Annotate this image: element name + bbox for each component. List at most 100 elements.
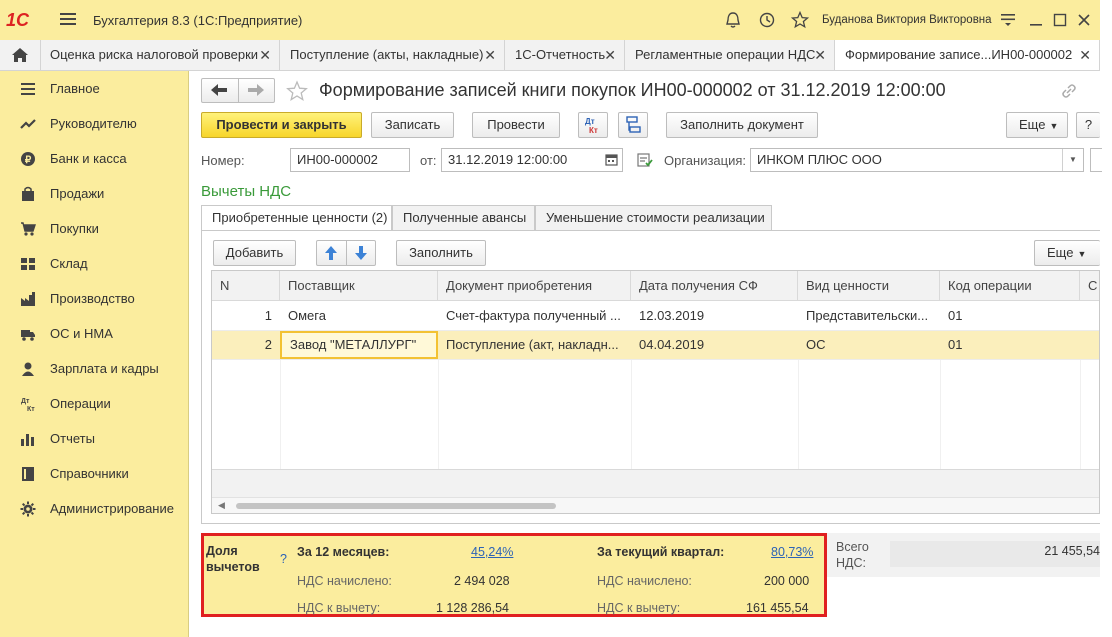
- hierarchy-icon: [626, 116, 641, 133]
- sidebar-item-warehouse[interactable]: Склад: [0, 246, 188, 281]
- maximize-window-icon[interactable]: [1053, 13, 1067, 27]
- cell-value-kind[interactable]: ОС: [798, 331, 940, 359]
- tab-acquired-values[interactable]: Приобретенные ценности (2): [201, 205, 392, 231]
- tab-label: Регламентные операции НДС: [635, 47, 816, 62]
- close-tab-icon[interactable]: ✕: [604, 40, 616, 70]
- sidebar-item-production[interactable]: Производство: [0, 281, 188, 316]
- save-button[interactable]: Записать: [371, 112, 454, 138]
- warehouse-icon: [21, 258, 35, 270]
- close-tab-icon[interactable]: ✕: [484, 40, 496, 70]
- cell-invoice-date[interactable]: 12.03.2019: [631, 302, 798, 330]
- sidebar-item-main[interactable]: Главное: [0, 71, 188, 106]
- bell-icon[interactable]: [724, 11, 742, 29]
- organization-open-button[interactable]: [1090, 148, 1102, 172]
- tab-sales-cost-reduction[interactable]: Уменьшение стоимости реализации: [535, 205, 772, 230]
- tab-reporting[interactable]: 1С-Отчетность ✕: [505, 40, 625, 70]
- sidebar-item-director[interactable]: Руководителю: [0, 106, 188, 141]
- cell-value-kind[interactable]: Представительски...: [798, 302, 940, 330]
- sidebar-item-salary[interactable]: Зарплата и кадры: [0, 351, 188, 386]
- coin-icon: ₽: [21, 152, 35, 166]
- twelve-months-deduction-label: НДС к вычету:: [297, 601, 381, 615]
- favorites-star-icon[interactable]: [791, 11, 809, 29]
- close-tab-icon[interactable]: ✕: [814, 40, 826, 70]
- sidebar-item-operations[interactable]: Дт Кт Операции: [0, 386, 188, 421]
- tab-purchase-book-entries[interactable]: Формирование записе...ИН00-000002 ✕: [835, 40, 1100, 70]
- tab-received-advances[interactable]: Полученные авансы: [392, 205, 535, 230]
- settings-lines-icon[interactable]: [1000, 11, 1016, 27]
- tab-vat-operations[interactable]: Регламентные операции НДС ✕: [625, 40, 835, 70]
- main-menu-icon[interactable]: [60, 12, 76, 26]
- cell-operation-code[interactable]: 01: [940, 302, 1080, 330]
- dropdown-arrow-icon[interactable]: ▼: [1062, 149, 1083, 171]
- svg-text:₽: ₽: [25, 155, 32, 166]
- dt-kt-button[interactable]: Дт Кт: [578, 112, 608, 138]
- twelve-months-deduction-value: 1 128 286,54: [436, 601, 509, 615]
- minimize-window-icon[interactable]: [1029, 13, 1043, 27]
- twelve-months-share-link[interactable]: 45,24%: [471, 545, 513, 559]
- tab-tax-risk[interactable]: Оценка риска налоговой проверки ✕: [40, 40, 280, 70]
- column-header-value-kind[interactable]: Вид ценности: [798, 271, 940, 301]
- home-tab[interactable]: [0, 40, 41, 70]
- number-field[interactable]: ИН00-000002: [290, 148, 410, 172]
- favorite-star-icon[interactable]: [286, 80, 308, 102]
- fill-table-button[interactable]: Заполнить: [396, 240, 486, 266]
- column-header-supplier[interactable]: Поставщик: [280, 271, 438, 301]
- fill-document-button[interactable]: Заполнить документ: [666, 112, 818, 138]
- move-up-icon[interactable]: [323, 245, 339, 261]
- calendar-icon[interactable]: [605, 153, 618, 166]
- post-button[interactable]: Провести: [472, 112, 560, 138]
- column-header-invoice-date[interactable]: Дата получения СФ: [631, 271, 798, 301]
- column-header-document[interactable]: Документ приобретения: [438, 271, 631, 301]
- organization-field[interactable]: ИНКОМ ПЛЮС ООО ▼: [750, 148, 1084, 172]
- date-value: 31.12.2019 12:00:00: [448, 152, 568, 167]
- table-row-selected[interactable]: 2 Завод "МЕТАЛЛУРГ" Поступление (акт, на…: [212, 331, 1099, 360]
- sidebar-item-reports[interactable]: Отчеты: [0, 421, 188, 456]
- cell-invoice-date[interactable]: 04.04.2019: [631, 331, 798, 359]
- cell-operation-code[interactable]: 01: [940, 331, 1080, 359]
- structure-button[interactable]: [618, 112, 648, 138]
- sidebar-item-admin[interactable]: Администрирование: [0, 491, 188, 526]
- sidebar-item-label: Покупки: [50, 221, 99, 236]
- column-header-operation-code[interactable]: Код операции: [940, 271, 1080, 301]
- cell-document[interactable]: Поступление (акт, накладн...: [438, 331, 631, 359]
- column-header-truncated[interactable]: С: [1080, 271, 1099, 301]
- close-window-icon[interactable]: [1077, 13, 1091, 27]
- cell-supplier[interactable]: Завод "МЕТАЛЛУРГ": [280, 331, 438, 359]
- sidebar-item-purchases[interactable]: Покупки: [0, 211, 188, 246]
- scroll-left-icon[interactable]: ◀: [218, 500, 225, 511]
- nav-divider: [238, 78, 239, 103]
- back-arrow-icon[interactable]: [210, 83, 228, 97]
- scrollbar-thumb[interactable]: [236, 503, 556, 509]
- table-more-button[interactable]: Еще ▼: [1034, 240, 1100, 266]
- date-field[interactable]: 31.12.2019 12:00:00: [441, 148, 623, 172]
- tab-label: Поступление (акты, накладные): [290, 47, 484, 62]
- column-header-n[interactable]: N: [212, 271, 280, 301]
- close-tab-icon[interactable]: ✕: [259, 40, 271, 70]
- link-icon[interactable]: [1060, 82, 1078, 100]
- sidebar-item-catalogs[interactable]: Справочники: [0, 456, 188, 491]
- close-tab-icon[interactable]: ✕: [1079, 40, 1091, 70]
- menu-list-icon: [21, 83, 35, 95]
- help-button[interactable]: ?: [1076, 112, 1100, 138]
- cell-supplier[interactable]: Омега: [280, 302, 438, 330]
- add-row-button[interactable]: Добавить: [213, 240, 296, 266]
- quarter-accrued-label: НДС начислено:: [597, 574, 692, 588]
- tab-panel-border: [201, 230, 1100, 231]
- history-icon[interactable]: [758, 11, 776, 29]
- more-button[interactable]: Еще ▼: [1006, 112, 1068, 138]
- total-label-line1: Всего: [836, 540, 869, 554]
- sidebar-item-label: Операции: [50, 396, 111, 411]
- user-name[interactable]: Буданова Виктория Викторовна: [822, 14, 992, 26]
- move-down-icon[interactable]: [353, 245, 369, 261]
- help-question-icon[interactable]: ?: [280, 552, 287, 566]
- tab-receipts[interactable]: Поступление (акты, накладные) ✕: [280, 40, 505, 70]
- sidebar-item-sales[interactable]: Продажи: [0, 176, 188, 211]
- forward-arrow-icon[interactable]: [247, 83, 265, 97]
- sidebar-item-bank[interactable]: ₽ Банк и касса: [0, 141, 188, 176]
- cell-document[interactable]: Счет-фактура полученный ...: [438, 302, 631, 330]
- quarter-share-link[interactable]: 80,73%: [771, 545, 813, 559]
- post-and-close-button[interactable]: Провести и закрыть: [201, 112, 362, 138]
- horizontal-scrollbar[interactable]: ◀: [212, 497, 1099, 513]
- table-row[interactable]: 1 Омега Счет-фактура полученный ... 12.0…: [212, 302, 1099, 331]
- sidebar-item-assets[interactable]: ОС и НМА: [0, 316, 188, 351]
